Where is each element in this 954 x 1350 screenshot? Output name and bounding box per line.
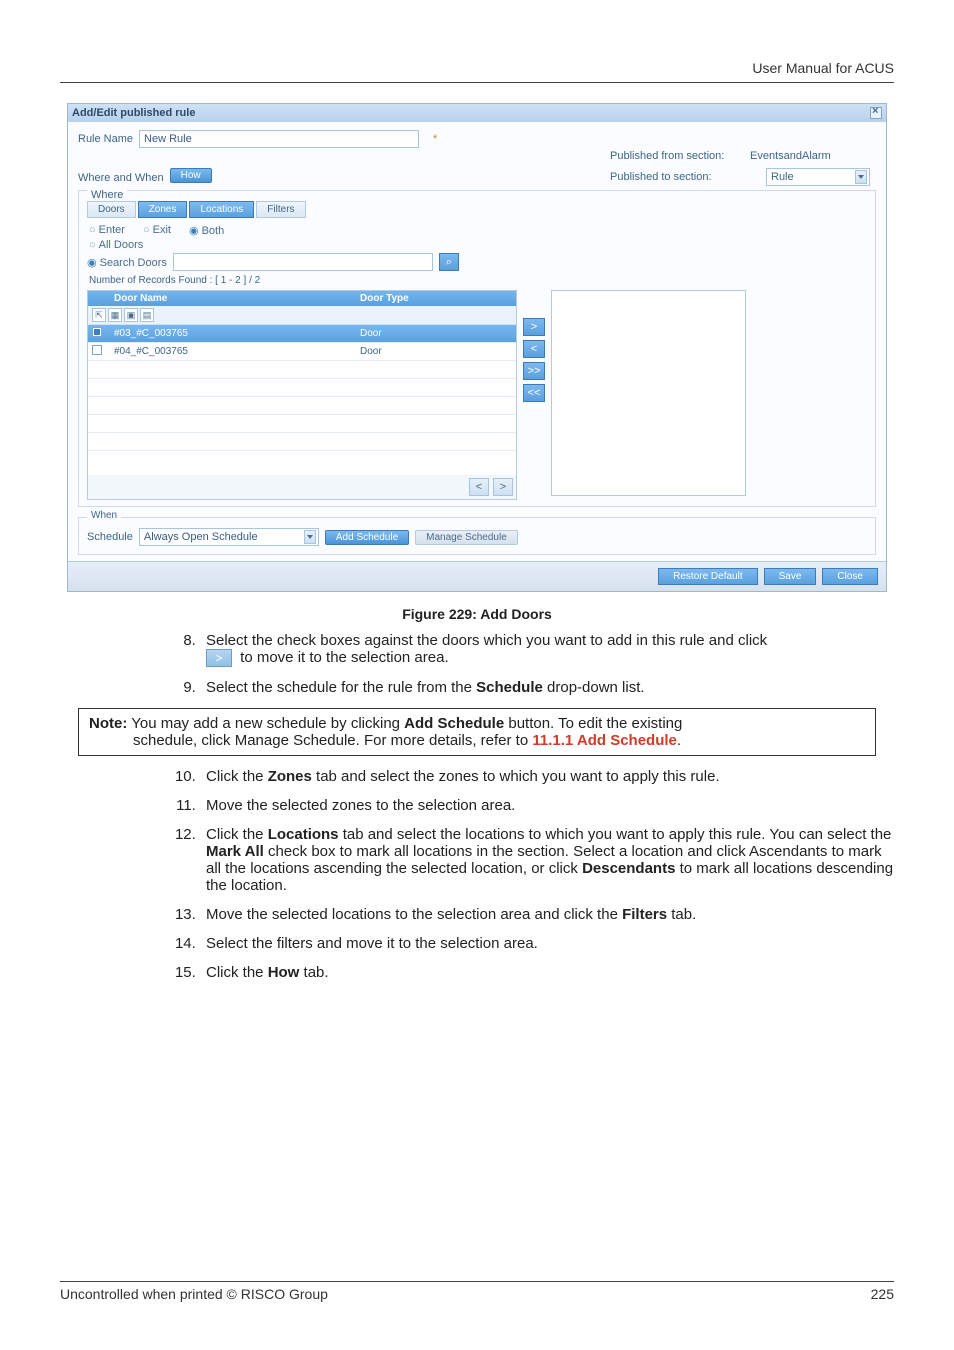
published-to-select[interactable]: Rule: [766, 168, 870, 186]
add-edit-rule-dialog: Add/Edit published rule Rule Name * Publ…: [67, 103, 887, 592]
search-icon[interactable]: ⌕: [439, 253, 459, 271]
rule-name-label: Rule Name: [78, 133, 133, 145]
grid-tool-1[interactable]: ⇱: [92, 308, 106, 322]
when-legend: When: [87, 510, 121, 521]
table-row[interactable]: #04_#C_003765 Door: [88, 343, 516, 361]
step-item: Select the filters and move it to the se…: [200, 935, 894, 952]
where-legend: Where: [87, 189, 127, 201]
figure-caption: Figure 229: Add Doors: [60, 606, 894, 622]
add-schedule-button[interactable]: Add Schedule: [325, 530, 409, 545]
footer-page-number: 225: [871, 1286, 894, 1302]
records-found: Number of Records Found : [ 1 - 2 ] / 2: [89, 275, 867, 286]
tab-filters[interactable]: Filters: [256, 201, 305, 218]
published-to-value: Rule: [771, 171, 851, 183]
save-button[interactable]: Save: [764, 568, 817, 585]
radio-exit[interactable]: Exit: [143, 224, 171, 237]
step-item: Click the How tab.: [200, 964, 894, 981]
dialog-title: Add/Edit published rule: [72, 107, 195, 119]
page-header-title: User Manual for ACUS: [60, 60, 894, 83]
doors-grid: Door Name Door Type ⇱ ▦ ▣ ▤ #0: [87, 290, 517, 500]
arrow-right-icon: >: [206, 649, 232, 667]
col-door-name: Door Name: [110, 291, 356, 306]
close-button[interactable]: Close: [822, 568, 878, 585]
pager-next[interactable]: >: [493, 478, 513, 496]
schedule-label: Schedule: [87, 531, 133, 543]
step-item: Move the selected locations to the selec…: [200, 906, 894, 923]
chevron-down-icon: [855, 170, 867, 184]
pager-prev[interactable]: <: [469, 478, 489, 496]
move-left-button[interactable]: <: [523, 340, 545, 358]
schedule-select[interactable]: Always Open Schedule: [139, 528, 319, 546]
selection-panel: [551, 290, 746, 496]
grid-tool-4[interactable]: ▤: [140, 308, 154, 322]
row-name: #04_#C_003765: [110, 346, 356, 357]
published-from-value: EventsandAlarm: [750, 150, 870, 162]
grid-tool-2[interactable]: ▦: [108, 308, 122, 322]
rule-name-input[interactable]: [139, 130, 419, 148]
col-door-type: Door Type: [356, 291, 516, 306]
table-row[interactable]: #03_#C_003765 Door: [88, 325, 516, 343]
row-checkbox[interactable]: [92, 345, 102, 355]
step-item: Click the Zones tab and select the zones…: [200, 768, 894, 785]
tab-zones[interactable]: Zones: [138, 201, 188, 218]
move-all-left-button[interactable]: <<: [523, 384, 545, 402]
step-8: Select the check boxes against the doors…: [200, 632, 894, 667]
step-item: Move the selected zones to the selection…: [200, 797, 894, 814]
move-right-button[interactable]: >: [523, 318, 545, 336]
close-icon[interactable]: [870, 107, 882, 119]
required-star: *: [433, 133, 437, 145]
radio-enter[interactable]: Enter: [89, 224, 125, 237]
manage-schedule-button[interactable]: Manage Schedule: [415, 530, 518, 545]
how-button[interactable]: How: [170, 168, 212, 183]
move-all-right-button[interactable]: >>: [523, 362, 545, 380]
schedule-value: Always Open Schedule: [144, 531, 300, 543]
step-9: Select the schedule for the rule from th…: [200, 679, 894, 696]
row-type: Door: [356, 346, 516, 357]
step-item: Click the Locations tab and select the l…: [200, 826, 894, 894]
note-box: Note: You may add a new schedule by clic…: [78, 708, 876, 756]
add-schedule-link[interactable]: 11.1.1 Add Schedule: [532, 732, 677, 749]
radio-all-doors[interactable]: All Doors: [89, 239, 143, 251]
grid-tool-3[interactable]: ▣: [124, 308, 138, 322]
row-name: #03_#C_003765: [110, 328, 356, 339]
radio-both[interactable]: Both: [189, 224, 224, 237]
tab-locations[interactable]: Locations: [189, 201, 254, 218]
radio-search-doors[interactable]: Search Doors: [87, 256, 167, 269]
where-when-label: Where and When: [78, 172, 164, 184]
footer-left: Uncontrolled when printed © RISCO Group: [60, 1286, 328, 1302]
row-checkbox[interactable]: [92, 327, 102, 337]
restore-default-button[interactable]: Restore Default: [658, 568, 757, 585]
search-input[interactable]: [173, 253, 433, 271]
chevron-down-icon: [304, 530, 316, 544]
published-to-label: Published to section:: [610, 171, 766, 183]
tab-doors[interactable]: Doors: [87, 201, 136, 218]
row-type: Door: [356, 328, 516, 339]
published-from-label: Published from section:: [610, 150, 750, 162]
